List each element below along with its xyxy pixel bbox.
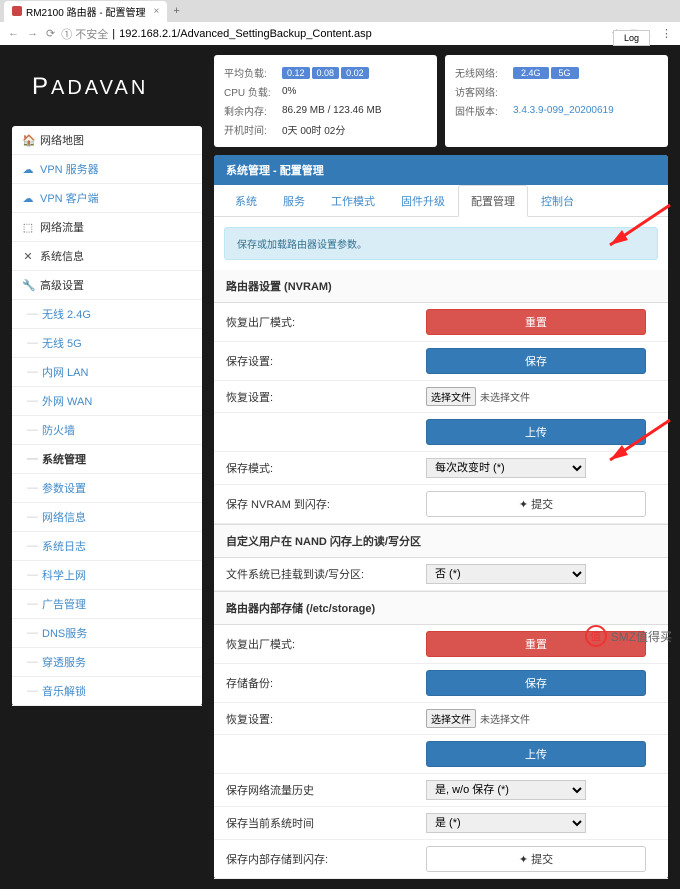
- section-nvram: 路由器设置 (NVRAM): [214, 270, 668, 303]
- status-box-wireless: 无线网络:2.4G5G 访客网络: 固件版本:3.4.3.9-099_20200…: [445, 55, 668, 147]
- sidebar-sub-adblock[interactable]: 广告管理: [12, 590, 202, 619]
- traffic-history-select[interactable]: 是, w/o 保存 (*): [426, 780, 586, 800]
- sidebar-sub-5g[interactable]: 无线 5G: [12, 329, 202, 358]
- sidebar-sub-sysmgmt[interactable]: 系统管理: [12, 445, 202, 474]
- tab-firmware[interactable]: 固件升级: [388, 185, 458, 217]
- cloud-icon: ☁: [22, 192, 34, 205]
- sidebar-sub-syslog[interactable]: 系统日志: [12, 532, 202, 561]
- tab-workmode[interactable]: 工作模式: [318, 185, 388, 217]
- save-mode-select[interactable]: 每次改变时 (*): [426, 458, 586, 478]
- storage-file-button[interactable]: 选择文件: [426, 709, 476, 728]
- sidebar-sub-wan[interactable]: 外网 WAN: [12, 387, 202, 416]
- alert-info: 保存或加载路由器设置参数。: [224, 227, 658, 260]
- watermark: 值 SMZ值得买: [585, 625, 672, 647]
- tabs: 系统 服务 工作模式 固件升级 配置管理 控制台: [214, 185, 668, 217]
- sidebar-sub-24g[interactable]: 无线 2.4G: [12, 300, 202, 329]
- log-button[interactable]: Log: [613, 30, 650, 46]
- url-text: 192.168.2.1/Advanced_SettingBackup_Conte…: [119, 28, 372, 40]
- window-icon: ⬚: [22, 221, 34, 234]
- sidebar-sub-netinfo[interactable]: 网络信息: [12, 503, 202, 532]
- sidebar-item-advanced[interactable]: 🔧高级设置: [12, 271, 202, 300]
- tab-services[interactable]: 服务: [270, 185, 318, 217]
- nvram-save-button[interactable]: 保存: [426, 348, 646, 374]
- tab-config[interactable]: 配置管理: [458, 185, 528, 217]
- security-warn: ① 不安全: [61, 26, 108, 42]
- sidebar-item-traffic[interactable]: ⬚网络流量: [12, 213, 202, 242]
- sidebar-sub-proxy[interactable]: 科学上网: [12, 561, 202, 590]
- sidebar-item-vpn-client[interactable]: ☁VPN 客户端: [12, 184, 202, 213]
- nvram-file-button[interactable]: 选择文件: [426, 387, 476, 406]
- sidebar-sub-music[interactable]: 音乐解锁: [12, 677, 202, 706]
- sidebar: 🏠网络地图 ☁VPN 服务器 ☁VPN 客户端 ⬚网络流量 ✕系统信息 🔧高级设…: [12, 126, 202, 706]
- status-box-system: 平均负载:0.120.080.02 CPU 负载:0% 剩余内存:86.29 M…: [214, 55, 437, 147]
- menu-icon[interactable]: ⋮: [661, 27, 672, 40]
- storage-save-button[interactable]: 保存: [426, 670, 646, 696]
- tab-console[interactable]: 控制台: [528, 185, 587, 217]
- nvram-commit-button[interactable]: ✦ 提交: [426, 491, 646, 517]
- shuffle-icon: ✕: [22, 250, 34, 263]
- section-storage: 路由器内部存储 (/etc/storage): [214, 591, 668, 625]
- sidebar-sub-lan[interactable]: 内网 LAN: [12, 358, 202, 387]
- sidebar-sub-dns[interactable]: DNS服务: [12, 619, 202, 648]
- page-header: 系统管理 - 配置管理: [214, 155, 668, 185]
- storage-upload-button[interactable]: 上传: [426, 741, 646, 767]
- wrench-icon: 🔧: [22, 279, 34, 292]
- sidebar-item-sysinfo[interactable]: ✕系统信息: [12, 242, 202, 271]
- section-nand: 自定义用户在 NAND 闪存上的读/写分区: [214, 524, 668, 558]
- sidebar-item-vpn-server[interactable]: ☁VPN 服务器: [12, 155, 202, 184]
- firmware-link[interactable]: 3.4.3.9-099_20200619: [513, 105, 614, 116]
- tab-title: RM2100 路由器 - 配置管理: [26, 4, 145, 19]
- new-tab-icon[interactable]: +: [173, 5, 179, 17]
- nav-reload-icon[interactable]: ⟳: [46, 27, 55, 40]
- logo: PADAVAN: [12, 55, 202, 126]
- storage-commit-button[interactable]: ✦ 提交: [426, 846, 646, 872]
- cloud-icon: ☁: [22, 163, 34, 176]
- address-bar[interactable]: ① 不安全 | 192.168.2.1/Advanced_SettingBack…: [61, 26, 605, 42]
- tab-close-icon[interactable]: ×: [153, 6, 159, 17]
- sidebar-sub-tunnel[interactable]: 穿透服务: [12, 648, 202, 677]
- nvram-reset-button[interactable]: 重置: [426, 309, 646, 335]
- home-icon: 🏠: [22, 134, 34, 147]
- sidebar-item-map[interactable]: 🏠网络地图: [12, 126, 202, 155]
- favicon: [12, 6, 22, 16]
- fs-mount-select[interactable]: 否 (*): [426, 564, 586, 584]
- nvram-upload-button[interactable]: 上传: [426, 419, 646, 445]
- watermark-icon: 值: [585, 625, 607, 647]
- systime-select[interactable]: 是 (*): [426, 813, 586, 833]
- sidebar-sub-params[interactable]: 参数设置: [12, 474, 202, 503]
- content-box: 系统管理 - 配置管理 系统 服务 工作模式 固件升级 配置管理 控制台 保存或…: [214, 155, 668, 879]
- sidebar-sub-firewall[interactable]: 防火墙: [12, 416, 202, 445]
- nav-back-icon[interactable]: ←: [8, 27, 19, 40]
- browser-tab[interactable]: RM2100 路由器 - 配置管理 ×: [4, 1, 167, 22]
- tab-system[interactable]: 系统: [222, 185, 270, 217]
- nav-fwd-icon[interactable]: →: [27, 27, 38, 40]
